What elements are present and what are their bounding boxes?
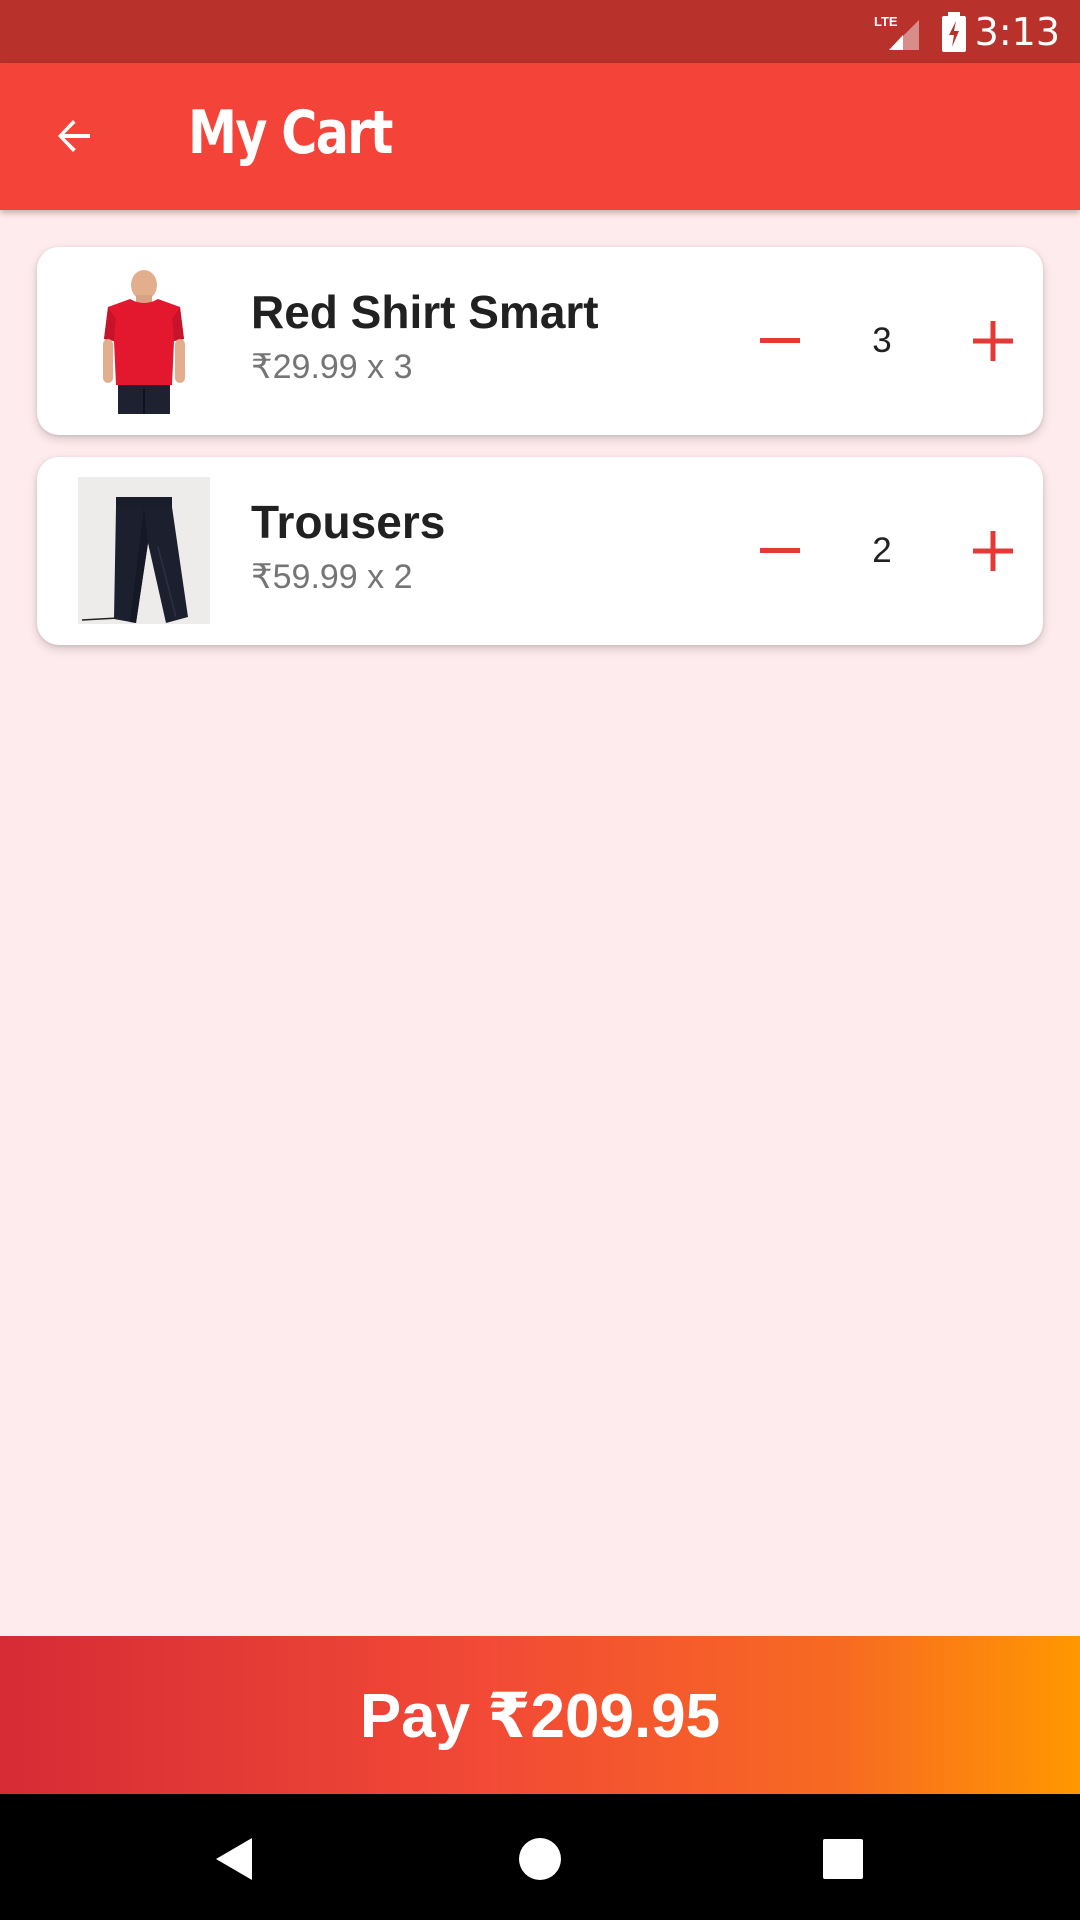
product-name: Trousers (251, 496, 446, 548)
plus-icon (973, 321, 1013, 361)
svg-text:LTE: LTE (874, 14, 898, 29)
red-tshirt-image (78, 267, 210, 414)
quantity-value: 3 (872, 321, 892, 360)
status-bar: LTE 3:13 (0, 0, 1080, 63)
arrow-back-icon (58, 120, 90, 152)
trousers-image (78, 477, 210, 624)
minus-icon (760, 548, 800, 553)
product-name: Red Shirt Smart (251, 286, 599, 338)
nav-recents-icon[interactable] (808, 1824, 878, 1894)
back-button[interactable] (38, 100, 110, 172)
nav-home-icon[interactable] (505, 1824, 575, 1894)
cart-item: Trousers ₹59.99 x 2 2 (37, 457, 1043, 645)
navigation-bar (0, 1794, 1080, 1920)
cart-item: Red Shirt Smart ₹29.99 x 3 3 (37, 247, 1043, 435)
pay-button-label: Pay ₹209.95 (359, 1681, 721, 1751)
nav-back-icon[interactable] (198, 1824, 268, 1894)
decrease-quantity-button[interactable] (740, 511, 820, 591)
lte-signal-icon: LTE (874, 14, 919, 50)
increase-quantity-button[interactable] (953, 511, 1033, 591)
product-price: ₹59.99 x 2 (251, 558, 413, 596)
pay-button[interactable]: Pay ₹209.95 (0, 1636, 1080, 1794)
quantity-value: 2 (872, 531, 892, 570)
minus-icon (760, 338, 800, 343)
battery-charging-icon (942, 12, 966, 52)
page-title: My Cart (188, 98, 393, 168)
plus-icon (973, 531, 1013, 571)
app-bar: My Cart (0, 63, 1080, 210)
product-price: ₹29.99 x 3 (251, 348, 413, 386)
decrease-quantity-button[interactable] (740, 301, 820, 381)
increase-quantity-button[interactable] (953, 301, 1033, 381)
status-time: 3:13 (974, 10, 1060, 54)
